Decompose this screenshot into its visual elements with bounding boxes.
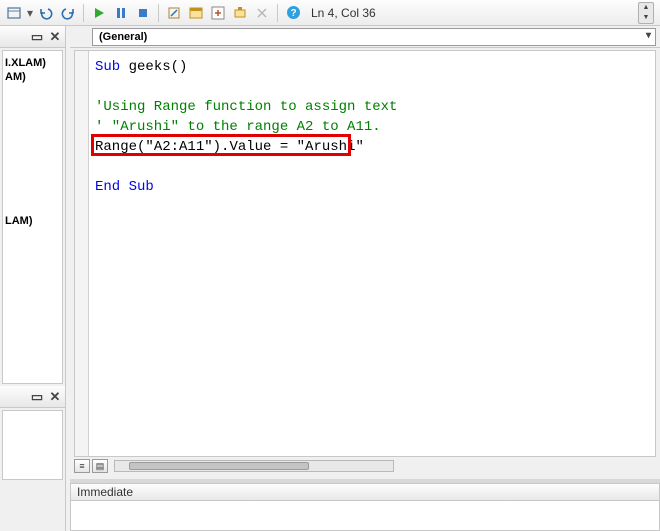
svg-text:?: ? (290, 8, 296, 19)
left-panel: ▭ ✕ I.XLAM) AM) LAM) ▭ ✕ (0, 26, 66, 531)
view-code-icon[interactable] (4, 3, 24, 23)
properties-icon[interactable] (208, 3, 228, 23)
toolbox-icon[interactable] (252, 3, 272, 23)
view-mode-buttons: ≡ ▤ (74, 457, 656, 475)
immediate-title: Immediate (70, 483, 660, 501)
tree-item[interactable]: I.XLAM) (5, 57, 60, 69)
properties-grid[interactable] (2, 410, 63, 480)
help-icon[interactable]: ? (283, 3, 303, 23)
project-explorer-icon[interactable] (186, 3, 206, 23)
redo-icon[interactable] (58, 3, 78, 23)
toolbar-scroll-buttons[interactable]: ▲▼ (638, 2, 654, 24)
code-editor[interactable]: Sub geeks() 'Using Range function to ass… (74, 50, 656, 457)
cursor-position-label: Ln 4, Col 36 (311, 6, 376, 20)
horizontal-scrollbar[interactable] (114, 460, 394, 472)
main-area: ▭ ✕ I.XLAM) AM) LAM) ▭ ✕ (General) (0, 26, 660, 531)
view-dropdown-icon[interactable]: ▾ (26, 3, 34, 23)
main-toolbar: ▾ ? Ln 4, Col 36 ▲▼ (0, 0, 660, 26)
code-text: Sub geeks() 'Using Range function to ass… (95, 57, 651, 197)
toolbar-separator (277, 4, 278, 22)
close-icon[interactable]: ✕ (47, 29, 63, 45)
object-combo-label: (General) (99, 31, 147, 43)
project-tree[interactable]: I.XLAM) AM) LAM) (2, 50, 63, 384)
immediate-window: Immediate (70, 479, 660, 531)
code-gutter (75, 51, 89, 456)
scrollbar-thumb[interactable] (129, 462, 309, 470)
procedure-view-button[interactable]: ≡ (74, 459, 90, 473)
run-icon[interactable] (89, 3, 109, 23)
break-icon[interactable] (111, 3, 131, 23)
properties-header: ▭ ✕ (0, 386, 65, 408)
immediate-input[interactable] (70, 501, 660, 531)
undo-icon[interactable] (36, 3, 56, 23)
tree-item[interactable]: AM) (5, 71, 60, 83)
project-explorer-header: ▭ ✕ (0, 26, 65, 48)
collapse-icon[interactable]: ▭ (29, 389, 45, 405)
toolbar-separator (158, 4, 159, 22)
toolbar-separator (83, 4, 84, 22)
reset-icon[interactable] (133, 3, 153, 23)
object-browser-icon[interactable] (230, 3, 250, 23)
collapse-icon[interactable]: ▭ (29, 29, 45, 45)
full-module-view-button[interactable]: ▤ (92, 459, 108, 473)
code-panel: (General) Sub geeks() 'Using Range funct… (70, 26, 660, 531)
object-proc-bar: (General) (70, 26, 660, 48)
object-combo[interactable]: (General) (92, 28, 656, 46)
tree-item[interactable]: LAM) (5, 215, 60, 227)
design-mode-icon[interactable] (164, 3, 184, 23)
close-icon[interactable]: ✕ (47, 389, 63, 405)
